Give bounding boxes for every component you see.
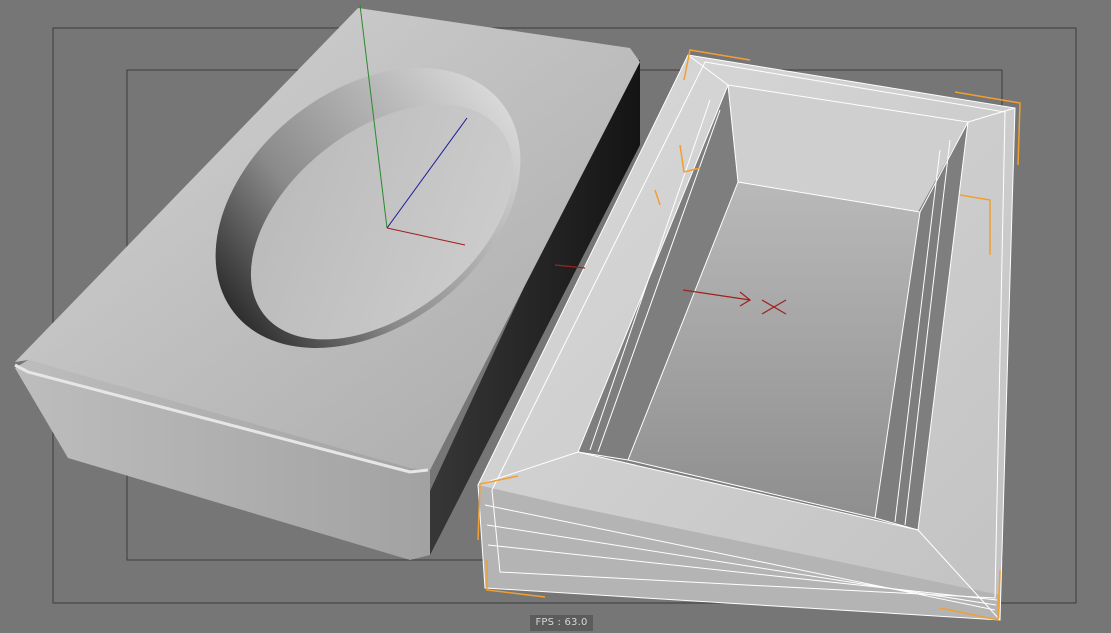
- viewport-canvas[interactable]: [0, 0, 1111, 633]
- fps-readout: FPS : 63.0: [530, 615, 593, 631]
- 3d-viewport[interactable]: FPS : 63.0: [0, 0, 1111, 633]
